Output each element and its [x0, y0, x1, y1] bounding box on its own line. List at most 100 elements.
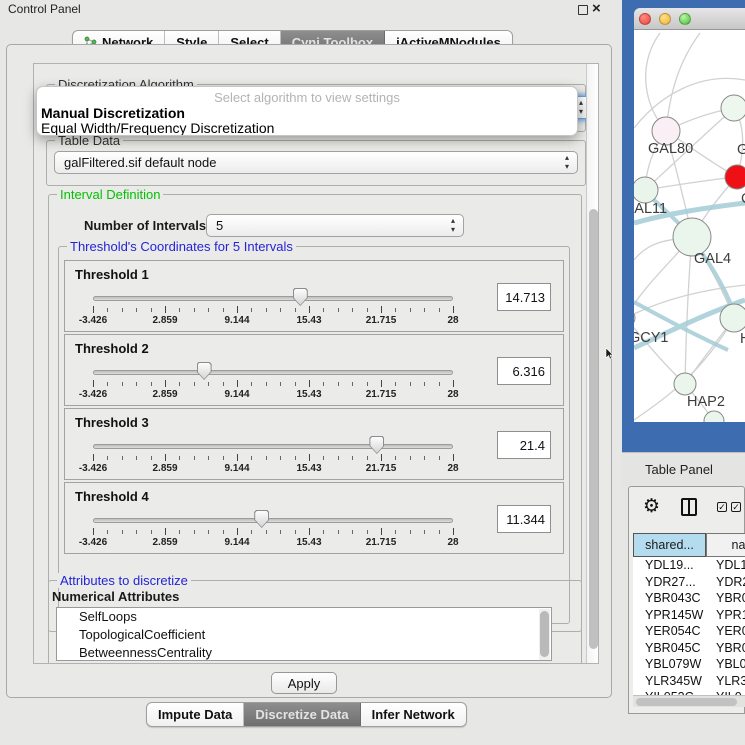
table-cell[interactable]: YER0: [706, 623, 745, 640]
tick-mark: [208, 308, 209, 312]
table-cell[interactable]: YBL0: [706, 656, 745, 673]
tick-mark: [410, 308, 411, 312]
tick-mark: [179, 308, 180, 312]
table-cell[interactable]: YDL1: [706, 557, 745, 574]
tab-discretize-data[interactable]: Discretize Data: [244, 703, 360, 726]
attribute-item[interactable]: TopologicalCoefficient: [57, 626, 551, 644]
window-minimize-button[interactable]: [659, 13, 671, 25]
table-cell[interactable]: YDR27...: [633, 574, 706, 591]
node-red-node[interactable]: [725, 165, 745, 189]
window-zoom-button[interactable]: [679, 13, 691, 25]
scrollbar-thumb[interactable]: [636, 698, 737, 706]
tick-mark: [151, 530, 152, 534]
table-row[interactable]: YDL19...YDL1: [633, 557, 745, 574]
tab-infer-network[interactable]: Infer Network: [361, 703, 466, 726]
node-bottom-partial[interactable]: [704, 411, 724, 422]
combo-arrows-icon: ▴▾: [579, 98, 583, 116]
gear-icon[interactable]: ⚙: [643, 495, 660, 518]
tick-mark: [338, 382, 339, 386]
table-row[interactable]: YBL079WYBL0: [633, 656, 745, 673]
tick-mark: [93, 306, 94, 313]
table-row[interactable]: YPR145WYPR1: [633, 607, 745, 624]
tab-impute-data[interactable]: Impute Data: [147, 703, 244, 726]
tick-mark: [107, 382, 108, 386]
node-gal11[interactable]: [634, 177, 658, 203]
table-cell[interactable]: YBR045C: [633, 640, 706, 657]
table-cell[interactable]: YLR3: [706, 673, 745, 690]
slider-handle[interactable]: [254, 510, 269, 528]
table-row[interactable]: YBR043CYBR0: [633, 590, 745, 607]
close-icon[interactable]: ×: [592, 0, 601, 18]
window-close-button[interactable]: [639, 13, 651, 25]
table-row[interactable]: YER054CYER0: [633, 623, 745, 640]
threshold-label: Threshold 3: [75, 415, 149, 430]
table-horizontal-scrollbar[interactable]: [633, 695, 745, 707]
table-row[interactable]: YDR27...YDR2: [633, 574, 745, 591]
attribute-item[interactable]: BetweennessCentrality: [57, 644, 551, 661]
numerical-attributes-list[interactable]: SelfLoopsTopologicalCoefficientBetweenne…: [56, 607, 552, 661]
table-cell[interactable]: YLR345W: [633, 673, 706, 690]
threshold-value-input[interactable]: [497, 283, 551, 311]
table-cell[interactable]: YER054C: [633, 623, 706, 640]
table-cell[interactable]: YBL079W: [633, 656, 706, 673]
tick-mark: [338, 308, 339, 312]
node-gcy1[interactable]: [634, 309, 635, 327]
tick-mark: [251, 382, 252, 386]
tick-mark: [122, 308, 123, 312]
network-canvas[interactable]: GAL80GAGAL11CGAL4GCY1HHAP2: [634, 30, 745, 422]
attribute-item[interactable]: SelfLoops: [57, 608, 551, 626]
checkbox-icon[interactable]: ✓: [717, 502, 727, 512]
node-hap2[interactable]: [674, 373, 696, 395]
tick-mark: [439, 382, 440, 386]
node-top-right[interactable]: [721, 95, 745, 121]
threshold-value-input[interactable]: [497, 431, 551, 459]
checkbox-icon[interactable]: ✓: [731, 502, 741, 512]
scrollbar-thumb[interactable]: [589, 209, 598, 649]
table-cell[interactable]: YBR043C: [633, 590, 706, 607]
algorithm-option-manual[interactable]: Manual Discretization: [41, 105, 185, 121]
table-cell[interactable]: YDR2: [706, 574, 745, 591]
handle-face: [198, 363, 211, 379]
float-window-icon[interactable]: [578, 5, 588, 15]
column-header-name[interactable]: na: [706, 533, 745, 557]
threshold-slider[interactable]: -3.4262.8599.14415.4321.71528: [93, 287, 453, 329]
table-row[interactable]: YBR045CYBR0: [633, 640, 745, 657]
node-right-mid[interactable]: [720, 304, 745, 332]
table-row[interactable]: YLR345WYLR3: [633, 673, 745, 690]
threshold-value-input[interactable]: [497, 505, 551, 533]
slider-track[interactable]: [93, 370, 453, 375]
apply-button[interactable]: Apply: [271, 672, 337, 694]
tick-mark: [424, 456, 425, 460]
columns-icon[interactable]: [681, 498, 697, 516]
threshold-slider[interactable]: -3.4262.8599.14415.4321.71528: [93, 435, 453, 477]
node-table[interactable]: shared... na YDL19...YDL1YDR27...YDR2YBR…: [633, 533, 745, 697]
threshold-slider[interactable]: -3.4262.8599.14415.4321.71528: [93, 509, 453, 551]
slider-handle[interactable]: [293, 288, 308, 306]
table-cell[interactable]: YBR0: [706, 640, 745, 657]
column-header-shared-name[interactable]: shared...: [633, 533, 706, 557]
slider-handle[interactable]: [197, 362, 212, 380]
threshold-value-input[interactable]: [497, 357, 551, 385]
slider-tick-labels: -3.4262.8599.14415.4321.71528: [93, 537, 453, 549]
attributes-list-scrollbar[interactable]: [539, 609, 550, 661]
panel-vertical-scrollbar[interactable]: [586, 64, 599, 664]
number-of-intervals-combobox[interactable]: 5 ▴▾: [206, 214, 464, 237]
tick-mark: [136, 308, 137, 312]
scrollbar-thumb[interactable]: [540, 611, 549, 657]
threshold-4-panel: Threshold 4-3.4262.8599.14415.4321.71528: [64, 482, 564, 554]
table-panel-frame: ⚙ ✓ ✓ shared... na YDL19...YDL1YDR27...Y…: [628, 486, 745, 714]
tick-mark: [223, 382, 224, 386]
slider-handle[interactable]: [369, 436, 384, 454]
table-cell[interactable]: YDL19...: [633, 557, 706, 574]
table-cell[interactable]: YPR145W: [633, 607, 706, 624]
algorithm-option-equal-width[interactable]: Equal Width/Frequency Discretization: [41, 120, 274, 136]
slider-track[interactable]: [93, 444, 453, 449]
slider-track[interactable]: [93, 296, 453, 301]
table-cell[interactable]: YPR1: [706, 607, 745, 624]
threshold-slider[interactable]: -3.4262.8599.14415.4321.71528: [93, 361, 453, 403]
tick-mark: [208, 530, 209, 534]
table-data-combobox[interactable]: galFiltered.sif default node ▴▾: [54, 151, 578, 174]
tick-mark: [194, 382, 195, 386]
slider-track[interactable]: [93, 518, 453, 523]
table-cell[interactable]: YBR0: [706, 590, 745, 607]
